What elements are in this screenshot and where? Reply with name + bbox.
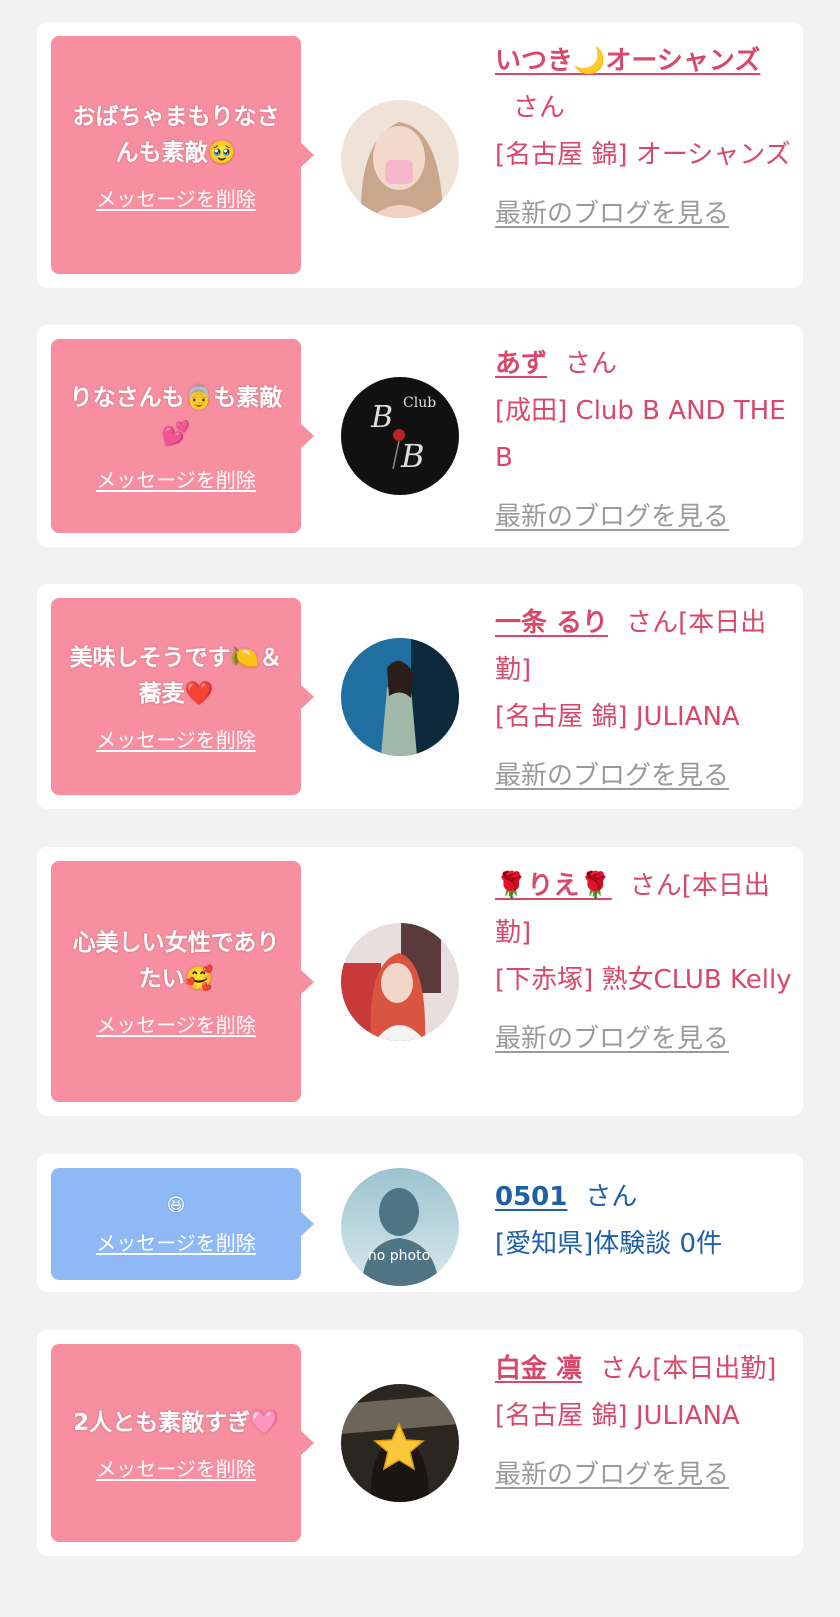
latest-blog-link[interactable]: 最新のブログを見る xyxy=(495,494,795,541)
message-text: りなさんも👵も素敵💕 xyxy=(69,384,283,447)
woman-dress-icon xyxy=(341,638,459,756)
cast-info: あず さん [成田] Club B AND THE B 最新のブログを見る xyxy=(495,341,795,541)
cast-name-link[interactable]: いつき🌙オーシャンズ xyxy=(495,46,760,76)
woman-red-hair-icon xyxy=(341,923,459,1041)
message-bubble: 心美しい女性でありたい🥰 メッセージを削除 xyxy=(51,861,314,1102)
club-b-logo-icon: B Club B xyxy=(341,377,459,495)
avatar[interactable] xyxy=(341,100,459,218)
delete-message-link[interactable]: メッセージを削除 xyxy=(96,183,256,212)
message-text: 2人とも素敵すぎ🩷 xyxy=(73,1409,279,1436)
message-text: 美味しそうです🍋＆蕎麦❤️ xyxy=(69,645,283,707)
delete-message-link[interactable]: メッセージを削除 xyxy=(96,1009,256,1038)
message-bubble: りなさんも👵も素敵💕 メッセージを削除 xyxy=(51,339,314,533)
honorific: さん xyxy=(513,93,566,123)
no-photo-label: no photo xyxy=(368,1248,430,1264)
cast-name-link[interactable]: 🌹りえ🌹 xyxy=(495,871,612,901)
latest-blog-link[interactable]: 最新のブログを見る xyxy=(495,1016,795,1063)
message-card: 2人とも素敵すぎ🩷 メッセージを削除 白金 凛さん[本日出勤] [名古屋 錦] … xyxy=(37,1330,803,1556)
avatar[interactable]: B Club B xyxy=(341,377,459,495)
shop-label: [下赤塚] 熟女CLUB Kelly xyxy=(495,965,792,995)
message-card: 😆 メッセージを削除 no photo 0501 さん [愛知県]体験談 0件 xyxy=(37,1154,803,1292)
message-text: 心美しい女性でありたい🥰 xyxy=(72,930,280,992)
message-card: 美味しそうです🍋＆蕎麦❤️ メッセージを削除 一条 るり さん[本日出勤] [名古… xyxy=(37,584,803,809)
svg-text:B: B xyxy=(370,400,393,435)
cast-info: 一条 るり さん[本日出勤] [名古屋 錦] JULIANA 最新のブログを見る xyxy=(495,600,795,800)
delete-message-link[interactable]: メッセージを削除 xyxy=(96,1227,256,1256)
message-bubble: 2人とも素敵すぎ🩷 メッセージを削除 xyxy=(51,1344,314,1542)
woman-portrait-icon xyxy=(341,100,459,218)
latest-blog-link[interactable]: 最新のブログを見る xyxy=(495,1452,795,1499)
delete-message-link[interactable]: メッセージを削除 xyxy=(96,1453,256,1482)
message-bubble: 😆 メッセージを削除 xyxy=(51,1168,314,1280)
message-text: 😆 xyxy=(166,1194,186,1216)
cast-info: 0501 さん [愛知県]体験談 0件 xyxy=(495,1174,795,1268)
cast-name-link[interactable]: あず xyxy=(495,349,547,379)
message-card: りなさんも👵も素敵💕 メッセージを削除 B Club B あず さん [成田] C… xyxy=(37,325,803,547)
message-card: 心美しい女性でありたい🥰 メッセージを削除 🌹りえ🌹 さん[本日出勤] [下赤塚]… xyxy=(37,847,803,1116)
honorific: さん xyxy=(585,1182,638,1212)
avatar[interactable] xyxy=(341,923,459,1041)
avatar[interactable]: no photo xyxy=(341,1168,459,1286)
avatar[interactable] xyxy=(341,638,459,756)
delete-message-link[interactable]: メッセージを削除 xyxy=(96,464,256,493)
avatar[interactable] xyxy=(341,1384,459,1502)
shop-label: [愛知県]体験談 0件 xyxy=(495,1229,723,1259)
cast-name-link[interactable]: 白金 凛 xyxy=(495,1354,582,1384)
message-card: おばちゃまもりなさんも素敵🥹 メッセージを削除 いつき🌙オーシャンズさん [名古… xyxy=(37,22,803,288)
star-face-icon xyxy=(341,1384,459,1502)
latest-blog-link[interactable]: 最新のブログを見る xyxy=(495,191,795,238)
shop-label: [名古屋 錦] JULIANA xyxy=(495,702,740,732)
no-photo-icon: no photo xyxy=(341,1168,459,1286)
shop-label: [名古屋 錦] オーシャンズ xyxy=(495,140,791,170)
cast-name-link[interactable]: 一条 るり xyxy=(495,608,608,638)
message-bubble: おばちゃまもりなさんも素敵🥹 メッセージを削除 xyxy=(51,36,314,274)
shop-label: [名古屋 錦] JULIANA xyxy=(495,1401,740,1431)
honorific: さん[本日出勤] xyxy=(600,1354,777,1384)
honorific: さん xyxy=(565,349,618,379)
cast-name-link[interactable]: 0501 xyxy=(495,1182,567,1212)
latest-blog-link[interactable]: 最新のブログを見る xyxy=(495,753,795,800)
cast-info: いつき🌙オーシャンズさん [名古屋 錦] オーシャンズ 最新のブログを見る xyxy=(495,38,795,238)
delete-message-link[interactable]: メッセージを削除 xyxy=(96,724,256,753)
message-bubble: 美味しそうです🍋＆蕎麦❤️ メッセージを削除 xyxy=(51,598,314,795)
cast-info: 🌹りえ🌹 さん[本日出勤] [下赤塚] 熟女CLUB Kelly 最新のブログを見… xyxy=(495,863,795,1063)
cast-info: 白金 凛さん[本日出勤] [名古屋 錦] JULIANA 最新のブログを見る xyxy=(495,1346,795,1499)
message-text: おばちゃまもりなさんも素敵🥹 xyxy=(72,103,280,166)
svg-text:B: B xyxy=(400,437,425,475)
shop-label: [成田] Club B AND THE B xyxy=(495,396,786,473)
svg-text:Club: Club xyxy=(403,395,436,411)
